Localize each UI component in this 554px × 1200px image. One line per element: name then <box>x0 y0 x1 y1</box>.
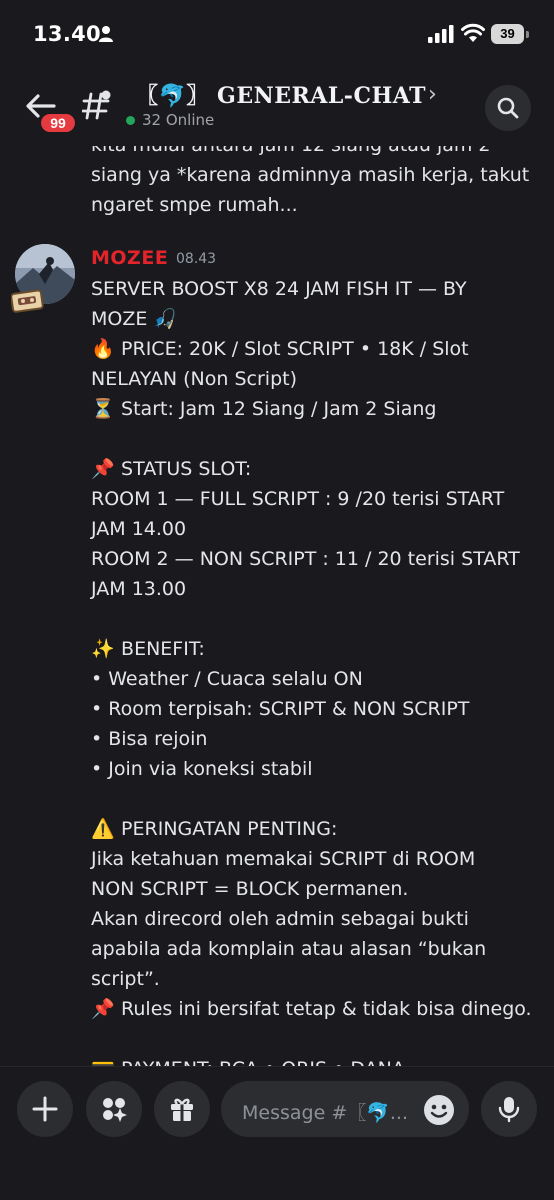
message-line <box>91 604 541 634</box>
gift-icon <box>171 1098 193 1121</box>
message-line-text: script”. <box>91 968 160 990</box>
voice-message-button[interactable] <box>481 1081 537 1137</box>
online-status-dot <box>126 116 135 125</box>
message-line <box>91 784 541 814</box>
online-count: 32 Online <box>142 111 215 129</box>
message-line-emoji: ⏳ <box>91 398 115 420</box>
message-line-text: ROOM 2 — NON SCRIPT : 11 / 20 terisi STA… <box>91 548 520 570</box>
message-line-text: • Room terpisah: SCRIPT & NON SCRIPT <box>91 698 470 720</box>
emoji-picker-icon[interactable] <box>423 1094 455 1126</box>
unread-badge: 99 <box>38 111 78 135</box>
search-icon <box>497 97 519 119</box>
message-line: 📌 Rules ini bersifat tetap & tidak bisa … <box>91 994 541 1024</box>
message-line-text: BENEFIT: <box>121 638 205 660</box>
status-time: 13.40 <box>33 22 101 46</box>
chevron-right-icon[interactable]: › <box>428 82 437 107</box>
message-line-text: PAYMENT: BCA • QRIS • DANA <box>121 1058 405 1066</box>
message-line: NON SCRIPT = BLOCK permanen. <box>91 874 541 904</box>
previous-message-text: kita mulai antara jam 12 siang atau jam … <box>91 146 530 216</box>
message-line-emoji: 💳 <box>91 1054 115 1066</box>
message-line: JAM 14.00 <box>91 514 541 544</box>
message-line: JAM 13.00 <box>91 574 541 604</box>
message-line-text: SERVER BOOST X8 24 JAM FISH IT — BY <box>91 278 467 300</box>
message-input[interactable]: Message #〖🐬... <box>221 1081 469 1137</box>
message-line-text: • Weather / Cuaca selalu ON <box>91 668 363 690</box>
message-line-text: PRICE: 20K / Slot SCRIPT • 18K / Slot <box>121 338 469 360</box>
message-line-text: NELAYAN (Non Script) <box>91 368 297 390</box>
battery-indicator: 39 <box>491 24 529 44</box>
channel-header: 99 〖🐬〗 GENERAL-CHAT › 32 Online <box>0 70 554 146</box>
message-line: Jika ketahuan memakai SCRIPT di ROOM <box>91 844 541 874</box>
message-line-text: MOZE 🎣 <box>91 308 178 330</box>
signal-icon <box>428 25 454 43</box>
message-line-text: JAM 14.00 <box>91 518 187 540</box>
message-line-text: Start: Jam 12 Siang / Jam 2 Siang <box>121 398 437 420</box>
attach-button[interactable] <box>17 1081 73 1137</box>
message-line <box>91 1024 541 1054</box>
microphone-icon <box>498 1097 520 1123</box>
message-line: ⚠️ PERINGATAN PENTING: <box>91 814 541 844</box>
composer-bar: Message #〖🐬... <box>0 1066 554 1200</box>
message-line-text: JAM 13.00 <box>91 578 187 600</box>
message-username[interactable]: MOZEE <box>91 247 168 269</box>
message-line: SERVER BOOST X8 24 JAM FISH IT — BY <box>91 274 541 304</box>
message-line-text: STATUS SLOT: <box>121 458 252 480</box>
message-line: MOZE 🎣 <box>91 304 541 334</box>
message-line-text: • Join via koneksi stabil <box>91 758 313 780</box>
message-line-emoji: 🔥 <box>91 338 115 360</box>
message-line-text: Jika ketahuan memakai SCRIPT di ROOM <box>91 848 476 870</box>
message-line: 🔥 PRICE: 20K / Slot SCRIPT • 18K / Slot <box>91 334 541 364</box>
message-timestamp: 08.43 <box>176 251 217 267</box>
message-line: ✨ BENEFIT: <box>91 634 541 664</box>
message-line-text: ROOM 1 — FULL SCRIPT : 9 /20 terisi STAR… <box>91 488 505 510</box>
gift-button[interactable] <box>154 1081 210 1137</box>
message-line-text: apabila ada komplain atau alasan “bukan <box>91 938 487 960</box>
message-line: • Weather / Cuaca selalu ON <box>91 664 541 694</box>
message-line-emoji: ⚠️ <box>91 818 115 840</box>
cassette-badge-icon <box>11 289 44 313</box>
message-line: ⏳ Start: Jam 12 Siang / Jam 2 Siang <box>91 394 541 424</box>
message-line: 💳 PAYMENT: BCA • QRIS • DANA <box>91 1054 541 1066</box>
message-line: script”. <box>91 964 541 994</box>
message-line: ROOM 2 — NON SCRIPT : 11 / 20 terisi STA… <box>91 544 541 574</box>
message-line-text: Rules ini bersifat tetap & tidak bisa di… <box>121 998 532 1020</box>
message-input-placeholder: Message #〖🐬... <box>242 1102 409 1124</box>
channel-title[interactable]: 〖🐬〗 GENERAL-CHAT <box>136 78 426 110</box>
plus-icon <box>32 1096 58 1122</box>
message-line: • Room terpisah: SCRIPT & NON SCRIPT <box>91 694 541 724</box>
battery-level: 39 <box>500 26 515 41</box>
message-line: • Join via koneksi stabil <box>91 754 541 784</box>
message-body: SERVER BOOST X8 24 JAM FISH IT — BY MOZE … <box>91 274 541 1066</box>
wifi-icon <box>461 23 485 42</box>
apps-button[interactable] <box>86 1081 142 1137</box>
message-line: NELAYAN (Non Script) <box>91 364 541 394</box>
message-line: ROOM 1 — FULL SCRIPT : 9 /20 terisi STAR… <box>91 484 541 514</box>
message-line-text: PERINGATAN PENTING: <box>121 818 338 840</box>
message-line: • Bisa rejoin <box>91 724 541 754</box>
message-line: Akan direcord oleh admin sebagai bukti <box>91 904 541 934</box>
message-line-emoji: ✨ <box>91 638 115 660</box>
message-line: apabila ada komplain atau alasan “bukan <box>91 934 541 964</box>
message-list[interactable]: kita mulai antara jam 12 siang atau jam … <box>0 146 554 1066</box>
message-line-text: • Bisa rejoin <box>91 728 208 750</box>
status-bar: 13.40 39 <box>0 0 554 70</box>
message-line: 📌 STATUS SLOT: <box>91 454 541 484</box>
message-line-emoji: 📌 <box>91 998 115 1020</box>
search-button[interactable] <box>485 85 531 131</box>
message-line-emoji: 📌 <box>91 458 115 480</box>
apps-icon <box>103 1098 127 1122</box>
message-line-text: NON SCRIPT = BLOCK permanen. <box>91 878 409 900</box>
message-line-text: Akan direcord oleh admin sebagai bukti <box>91 908 469 930</box>
message-line <box>91 424 541 454</box>
person-icon <box>99 26 113 42</box>
channel-hash-icon <box>82 90 111 120</box>
